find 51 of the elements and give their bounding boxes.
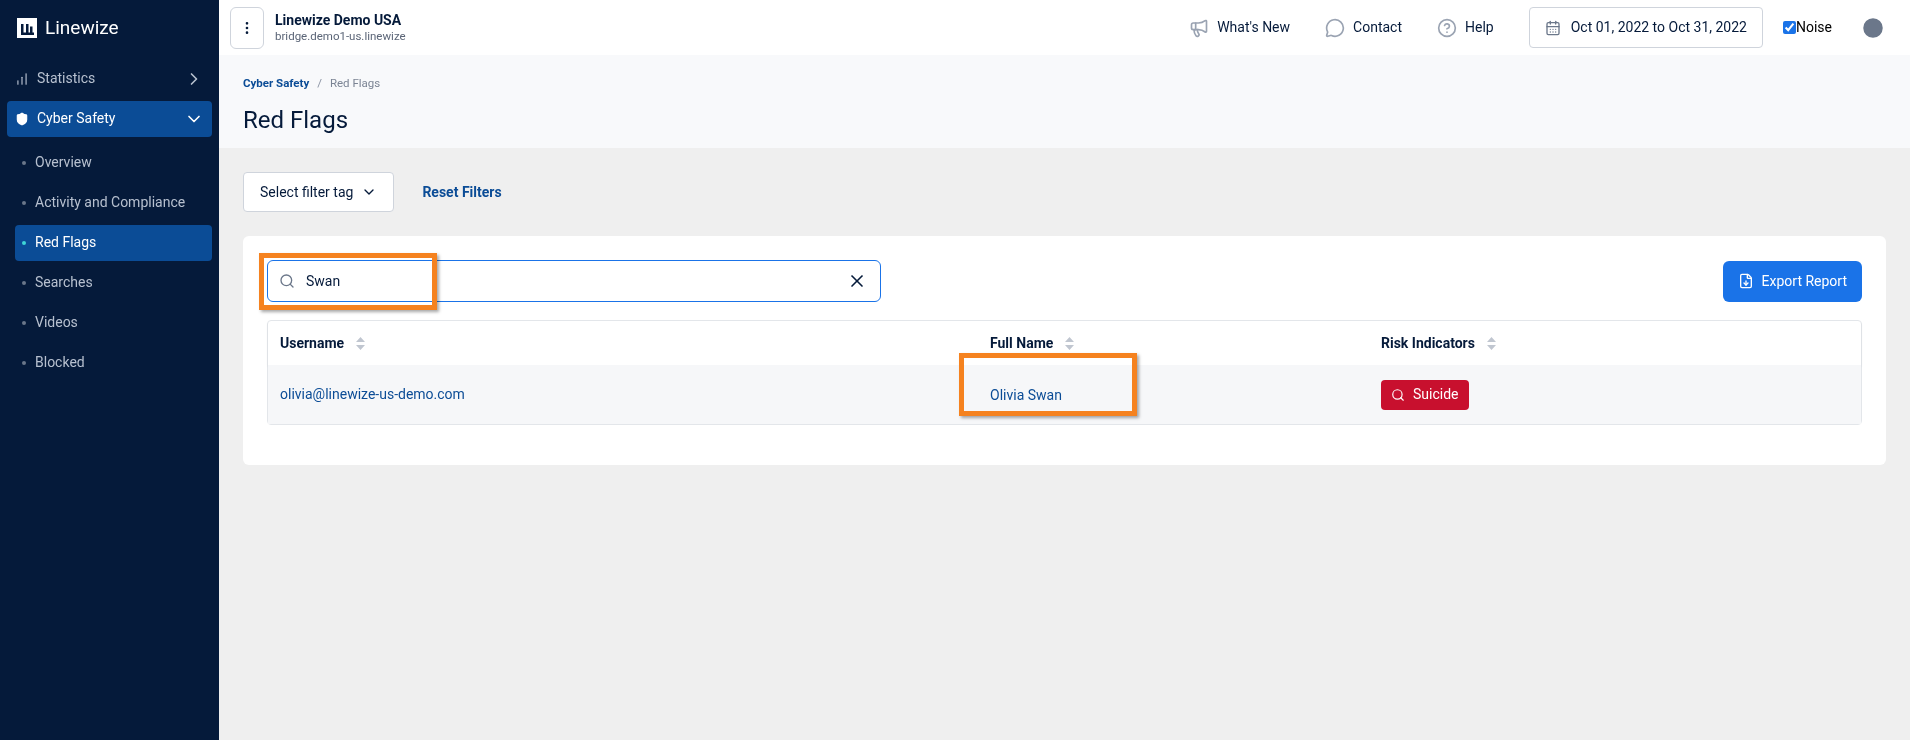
megaphone-icon <box>1189 17 1210 38</box>
brand-name: Linewize <box>45 15 119 41</box>
sidebar-item[interactable]: Activity and Compliance <box>15 184 212 221</box>
chat-icon <box>1325 17 1346 38</box>
sidebar-item[interactable]: Overview <box>15 144 212 181</box>
bullet-icon <box>22 360 26 365</box>
file-icon <box>1737 273 1754 289</box>
org-host: bridge.demo1-us.linewize <box>275 29 406 44</box>
bullet-icon <box>22 200 26 205</box>
username-link[interactable]: olivia@linewize-us-demo.com <box>280 384 990 405</box>
bullet-icon <box>22 280 26 285</box>
menu-button[interactable] <box>230 6 264 49</box>
breadcrumb-separator: / <box>317 75 322 92</box>
header-link[interactable]: What's New <box>1189 17 1291 38</box>
full-name-link[interactable]: Olivia Swan <box>990 386 1062 403</box>
sidebar-group[interactable]: Cyber Safety <box>7 100 212 137</box>
noise-label: Noise <box>1795 18 1832 37</box>
sidebar-item[interactable]: Searches <box>15 264 212 301</box>
search-icon <box>1391 387 1405 402</box>
search-field[interactable]: Swan <box>267 260 881 302</box>
help-icon <box>1437 17 1457 38</box>
export-report-button[interactable]: Export Report <box>1722 260 1862 302</box>
sort-icon[interactable] <box>1486 336 1496 350</box>
bullet-icon <box>22 320 26 325</box>
sidebar-item[interactable]: Videos <box>15 304 212 341</box>
sidebar-item[interactable]: Blocked <box>15 344 212 381</box>
column-header[interactable]: Risk Indicators <box>1381 332 1475 354</box>
sort-icon[interactable] <box>356 336 366 350</box>
filter-tag-select[interactable]: Select filter tag <box>243 172 395 212</box>
breadcrumb-link[interactable]: Cyber Safety <box>243 75 310 93</box>
page-title: Red Flags <box>243 105 350 137</box>
sidebar-item[interactable]: Red Flags <box>15 224 212 261</box>
bullet-icon <box>22 160 26 165</box>
sidebar-group[interactable]: Statistics <box>7 60 212 97</box>
noise-checkbox[interactable] <box>1782 21 1796 34</box>
column-header[interactable]: Full Name <box>990 332 1054 354</box>
org-name: Linewize Demo USA <box>275 11 403 30</box>
sort-icon[interactable] <box>1065 336 1075 350</box>
breadcrumb-current: Red Flags <box>329 75 381 92</box>
risk-tag[interactable]: Suicide <box>1381 379 1469 410</box>
shield-icon <box>15 111 29 126</box>
chart-icon <box>15 71 29 86</box>
logo-icon <box>17 18 37 39</box>
bullet-icon <box>22 240 26 245</box>
header-link[interactable]: Help <box>1437 17 1494 38</box>
search-icon <box>279 273 295 289</box>
calendar-icon <box>1544 19 1561 36</box>
date-range-button[interactable]: Oct 01, 2022 to Oct 31, 2022 <box>1528 7 1763 48</box>
column-header[interactable]: Username <box>280 332 345 354</box>
header-link[interactable]: Contact <box>1325 17 1402 38</box>
reset-filters-link[interactable]: Reset Filters <box>422 181 502 203</box>
